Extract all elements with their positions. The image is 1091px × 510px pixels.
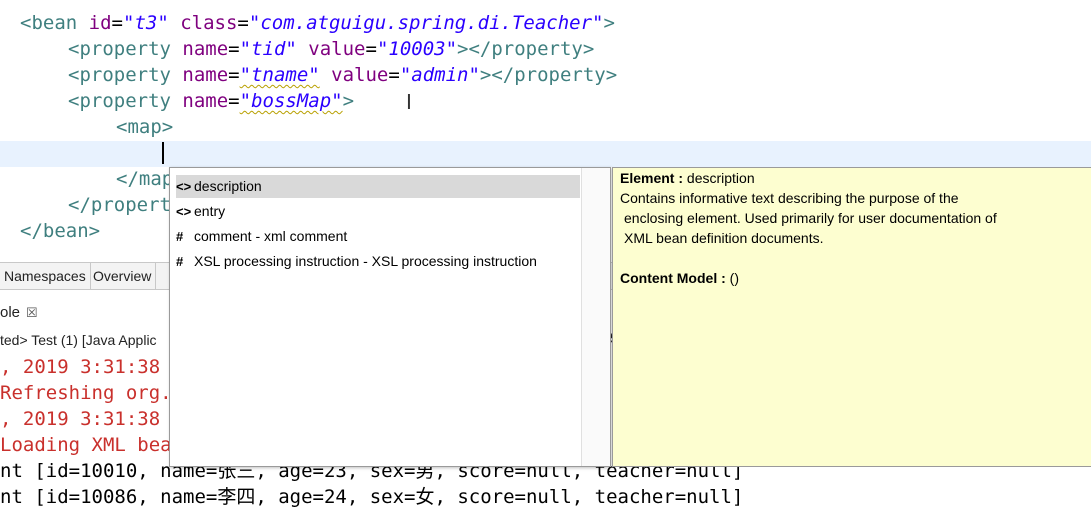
value-id: "t3" — [123, 12, 169, 34]
value-name: "tid" — [239, 38, 297, 60]
text-ibeam-cursor-icon: I — [406, 90, 412, 114]
content-assist-popup: <> description <> entry # comment - xml com… — [169, 167, 611, 467]
doc-body-line: XML bean definition documents. — [624, 230, 824, 246]
attr-id: id — [88, 12, 112, 34]
code-line-9: </bean> — [20, 220, 101, 242]
assist-item-entry[interactable]: <> entry — [176, 200, 580, 223]
tag-bean-open: <bean — [20, 12, 78, 34]
tag-close: ></property> — [479, 64, 618, 86]
doc-model-key: Content Model : — [620, 270, 726, 286]
tag-property-open: <property — [68, 90, 171, 112]
console-line: Refreshing org. — [0, 382, 172, 404]
code-line-2: <property name="tid" value="10003"></pro… — [68, 36, 594, 62]
value-value: "admin" — [399, 64, 480, 86]
close-icon[interactable]: ☒ — [26, 305, 38, 320]
tag-property-open: <property — [68, 38, 171, 60]
value-name: "tname" — [239, 64, 320, 86]
value-class: "com.atguigu.spring.di.Teacher" — [248, 12, 604, 34]
console-launch-status: ted> Test (1) [Java Applic — [0, 332, 157, 348]
value-value: "10003" — [376, 38, 458, 60]
console-tab[interactable]: ole ☒ — [0, 302, 38, 324]
doc-model-value: () — [729, 270, 739, 286]
code-line-3: <property name="tname" value="admin"></p… — [68, 62, 617, 88]
hash-icon: # — [176, 229, 184, 244]
attr-name: name — [182, 90, 229, 112]
attr-value: value — [331, 64, 389, 86]
doc-content-model: Content Model : () — [620, 268, 739, 288]
code-line-4: <property name="bossMap"> — [68, 88, 354, 114]
console-tab-label: ole — [0, 304, 21, 321]
doc-body-line: enclosing element. Used primarily for us… — [624, 210, 997, 226]
tab-overview[interactable]: Overview — [89, 263, 157, 289]
hash-icon: # — [176, 254, 184, 269]
equals: = — [237, 12, 249, 34]
code-line-5: <map> — [116, 116, 174, 138]
attr-name: name — [182, 64, 229, 86]
tag-close: > — [342, 90, 355, 112]
assist-item-xsl-processing[interactable]: # XSL processing instruction - XSL proces… — [176, 250, 580, 273]
element-icon: <> — [176, 179, 192, 194]
equals: = — [111, 12, 123, 34]
assist-scrollbar[interactable] — [581, 168, 610, 466]
assist-item-label: description — [194, 178, 262, 194]
tag-close: ></property> — [457, 38, 595, 60]
console-line: Loading XML bea — [0, 434, 172, 456]
documentation-popup: Element : description Contains informati… — [612, 167, 1091, 467]
tag-close: > — [603, 12, 615, 34]
console-line: nt [id=10086, name=李四, age=24, sex=女, sc… — [0, 486, 744, 508]
console-line: , 2019 3:31:38 — [0, 408, 161, 430]
doc-title-key: Element : — [620, 170, 684, 186]
console-line: , 2019 3:31:38 — [0, 356, 161, 378]
assist-item-label: XSL processing instruction - XSL process… — [194, 253, 537, 269]
equals: = — [228, 64, 240, 86]
doc-body-line: Contains informative text describing the… — [620, 190, 959, 206]
assist-item-comment[interactable]: # comment - xml comment — [176, 225, 580, 248]
attr-name: name — [182, 38, 229, 60]
doc-title: Element : description — [620, 168, 755, 188]
tag-property-open: <property — [68, 64, 171, 86]
text-caret — [162, 142, 164, 164]
assist-item-label: comment - xml comment — [194, 228, 348, 244]
assist-item-description[interactable]: <> description — [176, 175, 580, 198]
attr-value: value — [308, 38, 366, 60]
equals: = — [228, 38, 240, 60]
doc-title-value: description — [686, 170, 755, 186]
attr-class: class — [180, 12, 238, 34]
equals: = — [365, 38, 377, 60]
value-name: "bossMap" — [239, 90, 343, 112]
assist-item-label: entry — [194, 203, 226, 219]
equals: = — [228, 90, 240, 112]
tab-namespaces[interactable]: Namespaces — [0, 263, 91, 289]
equals: = — [388, 64, 400, 86]
code-line-1: <bean id="t3" class="com.atguigu.spring.… — [20, 10, 615, 36]
element-icon: <> — [176, 204, 192, 219]
